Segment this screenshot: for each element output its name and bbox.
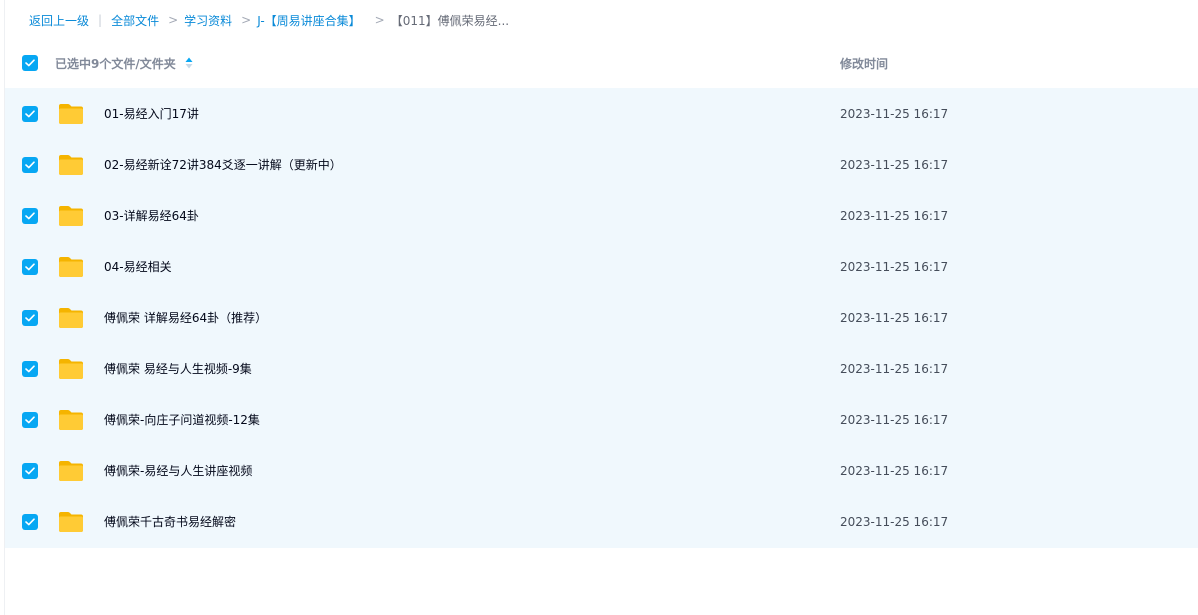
file-name[interactable]: 傅佩荣-向庄子问道视频-12集 bbox=[104, 411, 260, 428]
breadcrumb-item-study-materials[interactable]: 学习资料 bbox=[184, 12, 232, 29]
file-name[interactable]: 傅佩荣 详解易经64卦（推荐） bbox=[104, 309, 267, 326]
selection-count-label: 已选中9个文件/文件夹 bbox=[55, 56, 176, 71]
breadcrumb-separator: > bbox=[241, 13, 252, 27]
file-modified-time: 2023-11-25 16:17 bbox=[840, 208, 949, 223]
file-name[interactable]: 傅佩荣千古奇书易经解密 bbox=[104, 513, 236, 530]
check-icon bbox=[25, 211, 35, 219]
file-modified-time: 2023-11-25 16:17 bbox=[840, 361, 949, 376]
row-checkbox[interactable] bbox=[22, 105, 38, 122]
breadcrumb-separator: > bbox=[374, 13, 385, 27]
file-row[interactable]: 傅佩荣 详解易经64卦（推荐） 2023-11-25 16:17 bbox=[5, 292, 1198, 343]
file-row[interactable]: 04-易经相关 2023-11-25 16:17 bbox=[5, 241, 1198, 292]
file-row[interactable]: 傅佩荣千古奇书易经解密 2023-11-25 16:17 bbox=[5, 496, 1198, 547]
row-checkbox[interactable] bbox=[22, 411, 38, 428]
row-checkbox[interactable] bbox=[22, 360, 38, 377]
folder-icon bbox=[58, 358, 84, 380]
check-icon bbox=[25, 59, 35, 67]
breadcrumb-item-zhouyi-lectures[interactable]: J-【周易讲座合集】 bbox=[257, 12, 360, 29]
row-checkbox[interactable] bbox=[22, 156, 38, 173]
folder-icon bbox=[58, 103, 84, 125]
breadcrumb-item-all-files[interactable]: 全部文件 bbox=[111, 12, 159, 29]
check-icon bbox=[25, 517, 35, 525]
check-icon bbox=[25, 415, 35, 423]
file-name[interactable]: 03-详解易经64卦 bbox=[104, 207, 199, 224]
folder-icon bbox=[58, 460, 84, 482]
file-row[interactable]: 傅佩荣-易经与人生讲座视频 2023-11-25 16:17 bbox=[5, 445, 1198, 496]
modified-time-column-header[interactable]: 修改时间 bbox=[840, 55, 888, 72]
file-modified-time: 2023-11-25 16:17 bbox=[840, 310, 949, 325]
row-checkbox[interactable] bbox=[22, 258, 38, 275]
check-icon bbox=[25, 466, 35, 474]
check-icon bbox=[25, 160, 35, 168]
check-icon bbox=[25, 262, 35, 270]
file-browser: 返回上一级 | 全部文件 > 学习资料 > J-【周易讲座合集】 > 【011】… bbox=[0, 0, 1198, 615]
file-row[interactable]: 03-详解易经64卦 2023-11-25 16:17 bbox=[5, 190, 1198, 241]
row-checkbox[interactable] bbox=[22, 309, 38, 326]
file-name[interactable]: 傅佩荣-易经与人生讲座视频 bbox=[104, 462, 252, 479]
breadcrumb-separator: > bbox=[168, 13, 179, 27]
folder-icon bbox=[58, 205, 84, 227]
file-row[interactable]: 01-易经入门17讲 2023-11-25 16:17 bbox=[5, 88, 1198, 139]
breadcrumb-divider: | bbox=[98, 13, 103, 27]
sort-icon[interactable] bbox=[185, 57, 193, 69]
check-icon bbox=[25, 313, 35, 321]
file-row[interactable]: 傅佩荣 易经与人生视频-9集 2023-11-25 16:17 bbox=[5, 343, 1198, 394]
row-checkbox[interactable] bbox=[22, 513, 38, 530]
select-all-checkbox[interactable] bbox=[22, 55, 38, 71]
file-modified-time: 2023-11-25 16:17 bbox=[840, 259, 949, 274]
list-header: 已选中9个文件/文件夹 修改时间 bbox=[5, 40, 1198, 86]
file-name[interactable]: 04-易经相关 bbox=[104, 258, 172, 275]
folder-icon bbox=[58, 154, 84, 176]
file-name[interactable]: 01-易经入门17讲 bbox=[104, 105, 199, 122]
file-name[interactable]: 02-易经新诠72讲384爻逐一讲解（更新中） bbox=[104, 156, 342, 173]
folder-icon bbox=[58, 256, 84, 278]
file-modified-time: 2023-11-25 16:17 bbox=[840, 157, 949, 172]
folder-icon bbox=[58, 307, 84, 329]
file-modified-time: 2023-11-25 16:17 bbox=[840, 463, 949, 478]
file-row[interactable]: 02-易经新诠72讲384爻逐一讲解（更新中） 2023-11-25 16:17 bbox=[5, 139, 1198, 190]
check-icon bbox=[25, 364, 35, 372]
breadcrumb-current: 【011】傅佩荣易经... bbox=[390, 13, 510, 28]
file-modified-time: 2023-11-25 16:17 bbox=[840, 514, 949, 529]
folder-icon bbox=[58, 511, 84, 533]
file-row[interactable]: 傅佩荣-向庄子问道视频-12集 2023-11-25 16:17 bbox=[5, 394, 1198, 445]
row-checkbox[interactable] bbox=[22, 207, 38, 224]
check-icon bbox=[25, 109, 35, 117]
file-modified-time: 2023-11-25 16:17 bbox=[840, 106, 949, 121]
folder-icon bbox=[58, 409, 84, 431]
row-checkbox[interactable] bbox=[22, 462, 38, 479]
file-modified-time: 2023-11-25 16:17 bbox=[840, 412, 949, 427]
file-name[interactable]: 傅佩荣 易经与人生视频-9集 bbox=[104, 360, 252, 377]
file-list: 01-易经入门17讲 2023-11-25 16:17 02-易经新诠72讲384爻… bbox=[5, 88, 1198, 548]
back-link[interactable]: 返回上一级 bbox=[29, 12, 89, 29]
breadcrumb: 返回上一级 | 全部文件 > 学习资料 > J-【周易讲座合集】 > 【011】… bbox=[29, 11, 509, 29]
